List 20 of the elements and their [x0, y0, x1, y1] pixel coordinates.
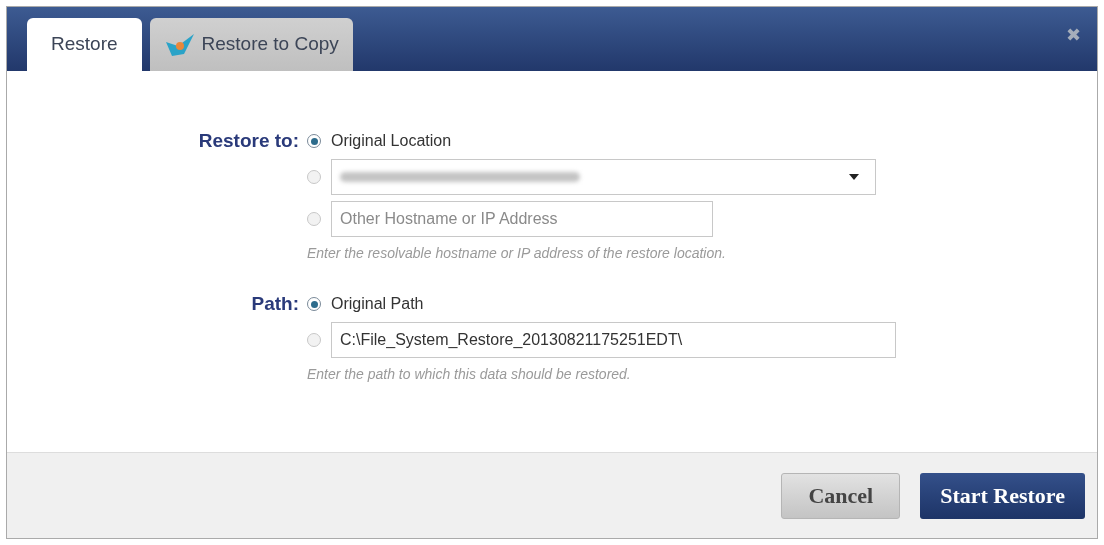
option-label: Original Location — [331, 131, 452, 151]
tab[interactable]: Restore — [27, 18, 142, 71]
hostname-field[interactable]: Other Hostname or IP Address — [331, 201, 713, 237]
dropdown-caret-icon — [849, 174, 859, 180]
field-label: Restore to: — [197, 129, 299, 153]
cancel-button[interactable]: Cancel — [781, 472, 901, 519]
radio-button[interactable] — [307, 333, 321, 347]
radio-button[interactable] — [307, 170, 321, 184]
field-label: Path: — [250, 292, 299, 316]
tab[interactable]: Restore to Copy — [149, 18, 353, 71]
option-label: Original Path — [331, 294, 424, 314]
start-restore-button[interactable]: Start Restore — [920, 472, 1085, 519]
radio-button[interactable] — [307, 212, 321, 226]
radio-button[interactable] — [307, 134, 321, 148]
radio-button[interactable] — [307, 297, 321, 311]
location-dropdown[interactable] — [331, 159, 876, 195]
hint-text: Enter the resolvable hostname or IP address of the restore location. — [307, 244, 727, 263]
path-field[interactable]: C:\File_System_Restore_20130821175251EDT\ — [331, 322, 896, 358]
hint-text: Enter the path to which this data should be restored. — [307, 365, 632, 384]
close-icon[interactable]: ✖ — [1066, 21, 1081, 49]
